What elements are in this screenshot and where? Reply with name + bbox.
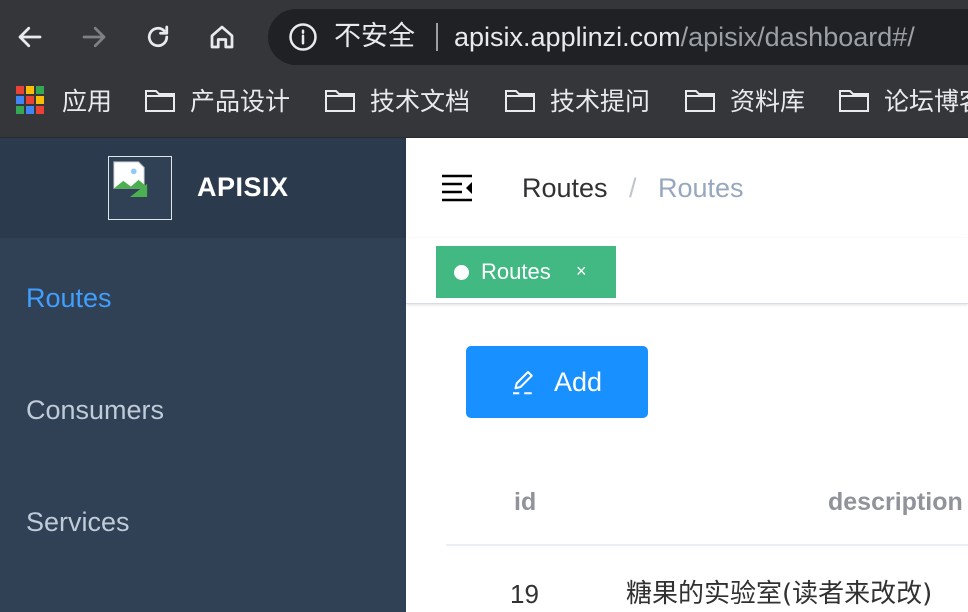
home-icon — [210, 25, 234, 49]
close-icon[interactable]: × — [576, 261, 587, 282]
info-icon[interactable] — [288, 22, 318, 52]
url-host: apisix.applinzi.com — [454, 22, 681, 52]
bookmarks-bar: 应用 产品设计 技术文档 技术提问 资料库 论坛博客 — [0, 74, 968, 138]
hamburger-icon[interactable] — [440, 172, 474, 204]
add-button-label: Add — [554, 366, 603, 397]
bookmark-label: 应用 — [62, 87, 113, 116]
home-button[interactable] — [202, 17, 242, 57]
folder-icon — [505, 90, 535, 112]
browser-toolbar: 不安全 apisix.applinzi.com/apisix/dashboard… — [0, 0, 968, 74]
tab-routes[interactable]: Routes × — [436, 246, 616, 298]
url-path: /apisix/dashboard#/ — [680, 22, 915, 52]
address-separator — [436, 23, 438, 51]
breadcrumb-item[interactable]: Routes — [522, 138, 608, 238]
breadcrumb-separator: / — [629, 173, 637, 203]
table-cell-description: 糖果的实验室(读者来改改) — [626, 579, 933, 609]
reload-button[interactable] — [138, 17, 178, 57]
sidebar-item-services[interactable]: Services — [0, 466, 406, 578]
bookmark-label: 技术文档 — [370, 87, 471, 116]
table-header-divider — [446, 544, 968, 546]
add-button[interactable]: Add — [466, 346, 648, 418]
column-header-id[interactable]: id — [514, 470, 536, 534]
table-cell-id: 19 — [510, 579, 539, 609]
bookmark-label: 论坛博客 — [884, 87, 968, 116]
folder-icon — [685, 90, 715, 112]
sidebar-item-routes[interactable]: Routes — [0, 242, 406, 354]
bookmark-label: 资料库 — [730, 87, 806, 116]
back-button[interactable] — [10, 17, 50, 57]
url-text[interactable]: apisix.applinzi.com/apisix/dashboard#/ — [454, 9, 915, 65]
breadcrumb-current: Routes — [658, 173, 744, 203]
tags-view: Routes × — [406, 238, 968, 304]
broken-image-icon — [108, 156, 172, 220]
folder-icon — [145, 90, 175, 112]
column-header-description[interactable]: description — [828, 470, 963, 534]
arrow-right-icon — [82, 26, 106, 48]
tab-label: Routes — [481, 259, 551, 284]
folder-icon — [839, 90, 869, 112]
navbar: Routes / Routes — [406, 138, 968, 238]
reload-icon — [147, 25, 169, 48]
active-dot-icon — [454, 264, 469, 280]
app-title: APISIX — [197, 172, 289, 202]
forward-button[interactable] — [74, 17, 114, 57]
edit-icon — [513, 371, 533, 395]
bookmark-folder[interactable]: 技术文档 — [324, 74, 470, 126]
bookmark-apps[interactable]: 应用 — [16, 74, 112, 126]
bookmark-folder[interactable]: 论坛博客 — [838, 74, 968, 126]
bookmark-folder[interactable]: 产品设计 — [144, 74, 290, 126]
bookmark-folder[interactable]: 技术提问 — [504, 74, 650, 126]
bookmark-label: 技术提问 — [550, 87, 651, 116]
sidebar-logo[interactable]: APISIX — [0, 138, 406, 238]
folder-icon — [325, 90, 355, 112]
bookmark-label: 产品设计 — [190, 87, 291, 116]
apps-grid-icon — [16, 86, 44, 114]
sidebar: APISIX Routes Consumers Services — [0, 138, 406, 612]
address-bar[interactable]: 不安全 apisix.applinzi.com/apisix/dashboard… — [268, 9, 968, 65]
bookmark-folder[interactable]: 资料库 — [684, 74, 805, 126]
arrow-left-icon — [18, 26, 42, 48]
insecure-label: 不安全 — [334, 21, 415, 52]
sidebar-item-consumers[interactable]: Consumers — [0, 354, 406, 466]
